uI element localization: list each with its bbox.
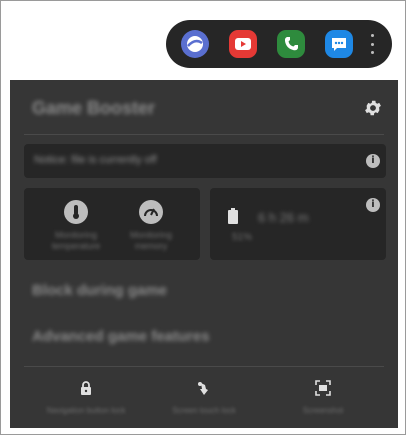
- info-icon[interactable]: i: [366, 198, 380, 212]
- youtube-app-icon[interactable]: [229, 30, 257, 58]
- screenshot-icon: [315, 380, 331, 396]
- battery-icon: [228, 208, 238, 224]
- divider: [24, 366, 384, 367]
- gear-icon[interactable]: [363, 98, 383, 118]
- touch-lock-icon: [198, 382, 208, 395]
- touch-lock-button[interactable]: Screen touch lock: [159, 380, 249, 415]
- screenshot-label: Screenshot: [302, 406, 344, 415]
- messages-app-icon[interactable]: [325, 30, 353, 58]
- temperature-label: Monitoring temperature: [51, 230, 101, 251]
- notice-text: Notice: file is currently off: [34, 154, 157, 166]
- memory-label: Monitoring memory: [129, 230, 173, 251]
- messages-icon: [332, 38, 346, 51]
- advanced-game-features-item[interactable]: Advanced game features: [32, 328, 210, 345]
- youtube-icon: [235, 38, 251, 50]
- block-during-game-item[interactable]: Block during game: [32, 282, 167, 299]
- screen: Game Booster Notice: file is currently o…: [0, 0, 406, 435]
- touch-lock-label: Screen touch lock: [172, 406, 236, 415]
- battery-time: 6 h 26 m: [258, 210, 309, 225]
- speedometer-icon[interactable]: [139, 200, 163, 224]
- battery-label: 51%: [232, 232, 253, 243]
- game-booster-panel: Game Booster Notice: file is currently o…: [10, 80, 398, 428]
- lock-icon: [81, 381, 91, 395]
- navigation-lock-label: Navigation button lock: [46, 406, 126, 415]
- navigation-lock-button[interactable]: Navigation button lock: [41, 380, 131, 415]
- browser-icon: [187, 36, 203, 52]
- info-icon[interactable]: i: [366, 154, 380, 168]
- screenshot-button[interactable]: Screenshot: [278, 380, 368, 415]
- browser-app-icon[interactable]: [181, 30, 209, 58]
- battery-card: 6 h 26 m 51% i: [210, 188, 386, 260]
- divider: [24, 134, 384, 135]
- phone-app-icon[interactable]: [277, 30, 305, 58]
- app-shortcut-bar: [166, 20, 392, 68]
- notice-bar[interactable]: Notice: file is currently off i: [24, 144, 386, 178]
- more-options-icon[interactable]: [369, 34, 375, 54]
- panel-title: Game Booster: [32, 98, 156, 118]
- monitor-card: Monitoring temperature Monitoring memory: [24, 188, 200, 260]
- thermometer-icon[interactable]: [64, 200, 88, 224]
- phone-icon: [284, 37, 298, 51]
